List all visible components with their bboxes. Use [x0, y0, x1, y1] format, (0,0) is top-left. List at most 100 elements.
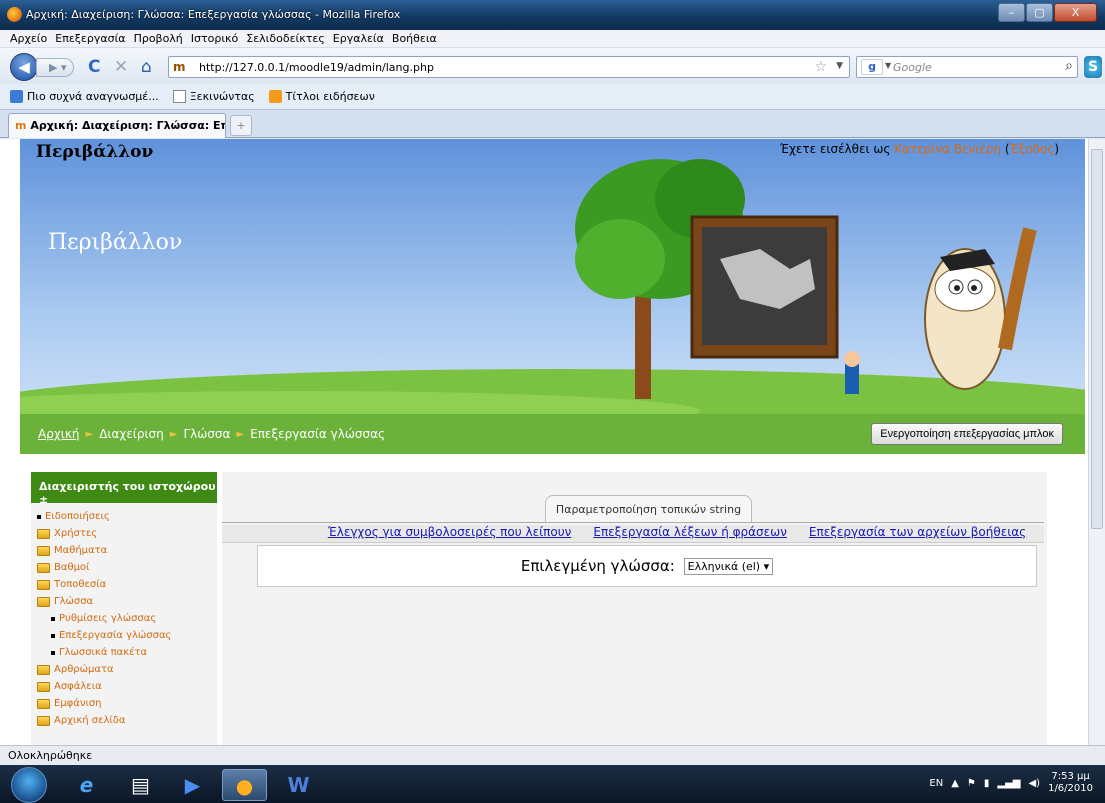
- forward-button[interactable]: ▶ ▾: [36, 58, 74, 77]
- firefox-taskbar-icon[interactable]: ●: [222, 769, 267, 801]
- admin-tree-item[interactable]: Βαθμοί: [37, 559, 217, 576]
- search-box[interactable]: g ▼ Google ⌕: [856, 56, 1078, 78]
- breadcrumb-separator-icon: ►: [85, 428, 94, 440]
- bookmark-getting-started[interactable]: Ξεκινώντας: [172, 90, 255, 103]
- edit-help-files-link[interactable]: Επεξεργασία των αρχείων βοήθειας: [809, 525, 1026, 542]
- turn-editing-on-button[interactable]: Ενεργοποίηση επεξεργασίας μπλοκ: [871, 423, 1063, 445]
- explorer-icon[interactable]: ▤: [118, 769, 163, 801]
- menu-edit[interactable]: Επεξεργασία: [55, 32, 125, 45]
- reload-icon[interactable]: C: [88, 57, 100, 77]
- search-placeholder[interactable]: Google: [893, 61, 932, 74]
- status-text: Ολοκληρώθηκε: [8, 749, 93, 762]
- menu-view[interactable]: Προβολή: [134, 32, 183, 45]
- title-bar: Αρχική: Διαχείριση: Γλώσσα: Επεξεργασία …: [0, 0, 1105, 30]
- url-text[interactable]: http://127.0.0.1/moodle19/admin/lang.php: [199, 61, 434, 74]
- admin-tree-label: Αρθρώματα: [54, 664, 114, 675]
- menu-tools[interactable]: Εργαλεία: [333, 32, 384, 45]
- folder-icon: [37, 579, 50, 590]
- admin-tree-item[interactable]: Εμφάνιση: [37, 695, 217, 712]
- clock[interactable]: 7:53 μμ 1/6/2010: [1048, 771, 1093, 795]
- admin-tree-item[interactable]: Επεξεργασία γλώσσας: [37, 627, 217, 644]
- admin-tree-item[interactable]: Αρθρώματα: [37, 661, 217, 678]
- admin-tree-item[interactable]: Ρυθμίσεις γλώσσας: [37, 610, 217, 627]
- word-icon[interactable]: W: [276, 769, 321, 801]
- tab-local-strings[interactable]: Παραμετροποίηση τοπικών string: [545, 495, 752, 523]
- close-button[interactable]: X: [1054, 3, 1097, 22]
- admin-tree-item[interactable]: Χρήστες: [37, 525, 217, 542]
- navigation-toolbar: ◀ ▶ ▾ C ✕ ⌂ m http://127.0.0.1/moodle19/…: [0, 48, 1105, 84]
- admin-tree-item[interactable]: Μαθήματα: [37, 542, 217, 559]
- folder-icon: [37, 715, 50, 726]
- admin-tree-label: Ρυθμίσεις γλώσσας: [59, 613, 157, 624]
- edit-words-link[interactable]: Επεξεργασία λέξεων ή φράσεων: [593, 525, 787, 542]
- tray-expand-icon[interactable]: ▲: [951, 778, 959, 789]
- breadcrumb-admin[interactable]: Διαχείριση: [99, 427, 164, 441]
- page-scrollbar[interactable]: [1088, 139, 1105, 745]
- lang-edit-links: Έλεγχος για συμβολοσειρές που λείπουν Επ…: [222, 525, 1044, 543]
- site-name[interactable]: Περιβάλλον: [36, 142, 153, 162]
- input-language[interactable]: EN: [929, 778, 943, 789]
- bookmark-label: Πιο συχνά αναγνωσμέ...: [27, 90, 159, 103]
- start-button[interactable]: [11, 767, 47, 803]
- page-icon: [172, 90, 186, 103]
- admin-tree-item[interactable]: Αρχική σελίδα: [37, 712, 217, 729]
- language-select-box: Επιλεγμένη γλώσσα: Ελληνικά (el) ▾: [257, 545, 1037, 587]
- bookmark-headlines[interactable]: Τίτλοι ειδήσεων: [268, 90, 375, 103]
- clock-time: 7:53 μμ: [1051, 771, 1090, 782]
- arrow-left-icon: ◀: [18, 58, 30, 76]
- bookmark-most-visited[interactable]: Πιο συχνά αναγνωσμέ...: [10, 90, 159, 103]
- address-bar[interactable]: m http://127.0.0.1/moodle19/admin/lang.p…: [168, 56, 850, 78]
- stop-icon[interactable]: ✕: [114, 57, 128, 77]
- addon-icon[interactable]: S: [1084, 56, 1102, 78]
- google-icon[interactable]: g: [861, 59, 883, 75]
- clock-date: 1/6/2010: [1048, 783, 1093, 794]
- admin-tree-item[interactable]: Τοποθεσία: [37, 576, 217, 593]
- user-name-link[interactable]: Κατερίνα Βενιέρη: [894, 142, 1001, 156]
- bookmark-label: Ξεκινώντας: [189, 90, 255, 103]
- ie-icon[interactable]: e: [64, 769, 109, 801]
- menu-file[interactable]: Αρχείο: [10, 32, 47, 45]
- maximize-button[interactable]: ▢: [1026, 3, 1053, 22]
- bullet-icon: [37, 514, 41, 519]
- admin-tree-item[interactable]: Γλωσσικά πακέτα: [37, 644, 217, 661]
- admin-tree-label: Ειδοποιήσεις: [45, 511, 110, 522]
- scrollbar-thumb[interactable]: [1091, 149, 1103, 529]
- menu-history[interactable]: Ιστορικό: [191, 32, 239, 45]
- media-player-icon[interactable]: ▶: [170, 769, 215, 801]
- network-icon[interactable]: ▮: [984, 778, 990, 789]
- breadcrumb-home-link[interactable]: Αρχική: [38, 427, 80, 441]
- admin-tree-item[interactable]: Ασφάλεια: [37, 678, 217, 695]
- logged-in-prefix: Έχετε εισέλθει ως: [780, 142, 891, 156]
- home-icon[interactable]: ⌂: [141, 57, 152, 77]
- menu-bookmarks[interactable]: Σελιδοδείκτες: [246, 32, 325, 45]
- menu-help[interactable]: Βοήθεια: [392, 32, 437, 45]
- search-icon[interactable]: ⌕: [1065, 58, 1073, 74]
- language-select[interactable]: Ελληνικά (el) ▾: [683, 558, 774, 575]
- admin-tree-item[interactable]: Ειδοποιήσεις: [37, 508, 217, 525]
- signal-icon[interactable]: ▂▄▆: [997, 778, 1020, 789]
- admin-tree-item[interactable]: Γλώσσα: [37, 593, 217, 610]
- tab-active[interactable]: m Αρχική: Διαχείριση: Γλώσσα: Επεξερ...: [8, 113, 226, 138]
- chevron-down-icon: ▾: [763, 560, 770, 573]
- missing-strings-link[interactable]: Έλεγχος για συμβολοσειρές που λείπουν: [328, 525, 572, 542]
- new-tab-button[interactable]: +: [230, 115, 252, 136]
- minimize-button[interactable]: –: [998, 3, 1025, 22]
- url-dropdown-icon[interactable]: ▼: [836, 61, 843, 71]
- logout-link[interactable]: Έξοδος: [1010, 142, 1055, 156]
- tab-title: Αρχική: Διαχείριση: Γλώσσα: Επεξερ...: [30, 119, 225, 132]
- volume-icon[interactable]: ◀): [1028, 778, 1040, 789]
- tab-divider: [222, 522, 1044, 523]
- breadcrumb-language[interactable]: Γλώσσα: [183, 427, 230, 441]
- admin-tree-label: Εμφάνιση: [54, 698, 102, 709]
- engine-dropdown-icon[interactable]: ▼: [885, 61, 891, 70]
- banner-title: Περιβάλλον: [48, 230, 183, 255]
- collapse-icon[interactable]: ±: [39, 493, 48, 506]
- block-header[interactable]: Διαχειριστής του ιστοχώρου ±: [31, 472, 217, 506]
- bookmark-label: Τίτλοι ειδήσεων: [285, 90, 375, 103]
- admin-tree-label: Βαθμοί: [54, 562, 90, 573]
- flag-icon[interactable]: ⚑: [967, 778, 976, 789]
- breadcrumb-separator-icon: ►: [169, 428, 178, 440]
- back-button[interactable]: ◀: [10, 53, 38, 81]
- bullet-icon: [51, 650, 55, 655]
- bookmark-star-icon[interactable]: ☆: [814, 59, 827, 75]
